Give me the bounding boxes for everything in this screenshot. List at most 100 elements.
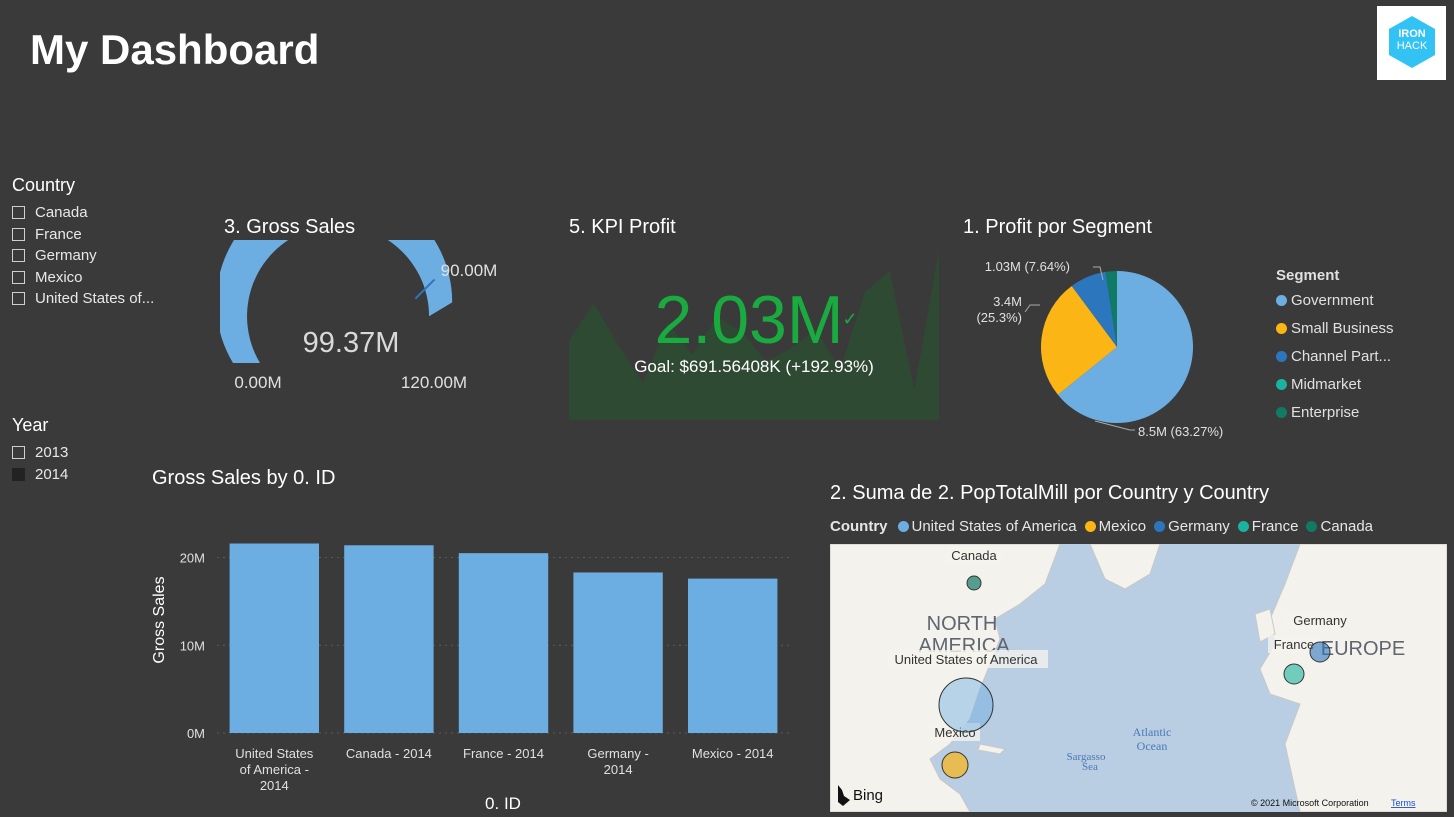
year-slicer-item[interactable]: 2014 [12, 464, 68, 486]
bing-label: Bing [853, 787, 883, 804]
pie-label-small-business-pct: (25.3%) [976, 310, 1022, 325]
legend-dot-icon [1306, 521, 1318, 532]
map-bubble-france[interactable] [1283, 663, 1305, 685]
pie-legend: Segment Government Small Business Channel … [1276, 267, 1394, 426]
pie-legend-label: Small Business [1291, 319, 1394, 337]
kpi-check-icon: ✓ [842, 309, 857, 329]
pie-title: 1. Profit por Segment [963, 216, 1152, 238]
checkbox[interactable] [12, 446, 25, 460]
legend-dot-icon [1276, 322, 1287, 334]
pie-legend-item[interactable]: Government [1276, 286, 1394, 314]
pie-legend-label: Enterprise [1291, 403, 1360, 421]
map-region-ocean: Ocean [1137, 739, 1168, 753]
gross-sales-bar-chart[interactable]: 0M10M20M United Statesof America -2014Ca… [140, 500, 800, 817]
logo-line2: HACK [1396, 40, 1428, 52]
year-slicer-item[interactable]: 2013 [12, 442, 68, 464]
map-legend-title: Country [830, 518, 888, 535]
checkbox[interactable] [12, 292, 25, 306]
map-legend-item[interactable]: United States of America [897, 518, 1077, 535]
pie-legend-item[interactable]: Midmarket [1276, 370, 1394, 398]
map-label-france: France [1274, 637, 1314, 652]
bar-x-tick-label: 2014 [260, 778, 289, 793]
bar-y-axis-label: Gross Sales [151, 576, 168, 663]
gauge-min-label: 0.00M [234, 373, 281, 392]
pie-slices [1041, 271, 1193, 423]
map-legend-label: Germany [1168, 518, 1230, 535]
year-slicer-items: 2013 2014 [12, 442, 68, 485]
profit-segment-pie[interactable]: 8.5M (63.27%) 3.4M (25.3%) 1.03M (7.64%) [960, 250, 1270, 450]
bar-x-axis-label: 0. ID [485, 794, 521, 813]
year-slicer: Year 2013 2014 [12, 415, 68, 485]
map-label-germany: Germany [1293, 613, 1347, 628]
pie-legend-item[interactable]: Small Business [1276, 314, 1394, 342]
country-slicer-items: Canada France Germany Mexico United States o… [12, 202, 154, 310]
map-terms-link[interactable]: Terms [1391, 798, 1416, 808]
map-bubble-mexico[interactable] [941, 751, 969, 779]
gauge-max-label: 120.00M [401, 373, 467, 392]
pie-label-government: 8.5M (63.27%) [1138, 424, 1223, 439]
map-bubble-usa[interactable] [938, 677, 994, 733]
ironhack-logo: IRON HACK [1377, 6, 1446, 80]
bar-x-tick-label: Germany - [587, 746, 648, 761]
map-land-caribbean [977, 743, 1007, 755]
country-slicer-item[interactable]: United States of... [12, 288, 154, 310]
kpi-goal-label: Goal: $691.56408K (+192.93%) [634, 357, 874, 376]
map-legend-item[interactable]: France [1237, 518, 1298, 535]
checkbox[interactable] [12, 270, 25, 284]
logo-text: IRON HACK [1389, 28, 1435, 52]
gauge-target-label: 90.00M [441, 261, 498, 280]
gross-sales-gauge[interactable]: 99.37M 0.00M 120.00M 90.00M [220, 240, 520, 400]
country-slicer-item[interactable]: Canada [12, 202, 154, 224]
country-slicer-item[interactable]: Germany [12, 245, 154, 267]
bar-3[interactable] [573, 572, 663, 733]
pie-legend-items: Government Small Business Channel Part... M… [1276, 286, 1394, 426]
map-region-atlantic: Atlantic [1133, 725, 1172, 739]
bar-x-tick-label: Canada - 2014 [346, 746, 432, 761]
checkbox[interactable] [12, 227, 25, 241]
bar-y-tick-label: 0M [187, 726, 205, 741]
gauge-value-label: 99.37M [303, 327, 400, 359]
kpi-profit-visual[interactable]: 2.03M ✓ Goal: $691.56408K (+192.93%) [569, 245, 941, 422]
bar-4[interactable] [688, 578, 778, 733]
bar-x-tick-label: 2014 [604, 762, 633, 777]
pie-legend-item[interactable]: Channel Part... [1276, 342, 1394, 370]
country-slicer: Country Canada France Germany Mexico United … [12, 175, 154, 310]
pie-legend-label: Channel Part... [1291, 347, 1392, 365]
checkbox[interactable] [12, 467, 25, 481]
bar-y-tick-label: 10M [180, 638, 205, 653]
legend-dot-icon [1276, 378, 1287, 390]
map-legend-item[interactable]: Mexico [1084, 518, 1146, 535]
pie-leader-small-business [1024, 304, 1040, 313]
map-copyright: © 2021 Microsoft Corporation [1251, 798, 1369, 808]
year-slicer-title: Year [12, 415, 49, 435]
bar-y-tick-label: 20M [180, 551, 205, 566]
country-slicer-title: Country [12, 175, 76, 195]
bar-x-tick-label: of America - [240, 762, 309, 777]
pie-legend-label: Government [1291, 291, 1374, 309]
bar-0[interactable] [229, 543, 319, 733]
pie-label-channel: 1.03M (7.64%) [985, 259, 1070, 274]
checkbox[interactable] [12, 249, 25, 263]
kpi-title: 5. KPI Profit [569, 216, 676, 238]
logo-line1: IRON [1398, 28, 1426, 40]
country-slicer-item[interactable]: Mexico [12, 267, 154, 289]
pie-label-small-business-value: 3.4M [993, 294, 1022, 309]
bar-1[interactable] [344, 545, 434, 733]
pie-legend-item[interactable]: Enterprise [1276, 398, 1394, 426]
bar-chart-title: Gross Sales by 0. ID [152, 467, 336, 489]
map-bubble-canada[interactable] [966, 575, 982, 591]
bubble-map[interactable]: NORTH AMERICA EUROPE Atlantic Ocean Sarg… [830, 544, 1447, 812]
map-legend-item[interactable]: Canada [1306, 518, 1373, 535]
page-title: My Dashboard [30, 26, 320, 73]
legend-dot-icon [1276, 350, 1287, 362]
bar-2[interactable] [458, 553, 549, 733]
year-slicer-label: 2013 [35, 444, 69, 462]
map-legend-item[interactable]: Germany [1154, 518, 1230, 535]
checkbox[interactable] [12, 206, 25, 220]
bar-x-tick-label: United States [235, 746, 314, 761]
map-land-greenland [1089, 544, 1161, 590]
country-slicer-label: France [35, 225, 82, 243]
map-bubble-germany[interactable] [1309, 641, 1331, 663]
pie-legend-title: Segment [1276, 267, 1340, 284]
country-slicer-item[interactable]: France [12, 224, 154, 246]
